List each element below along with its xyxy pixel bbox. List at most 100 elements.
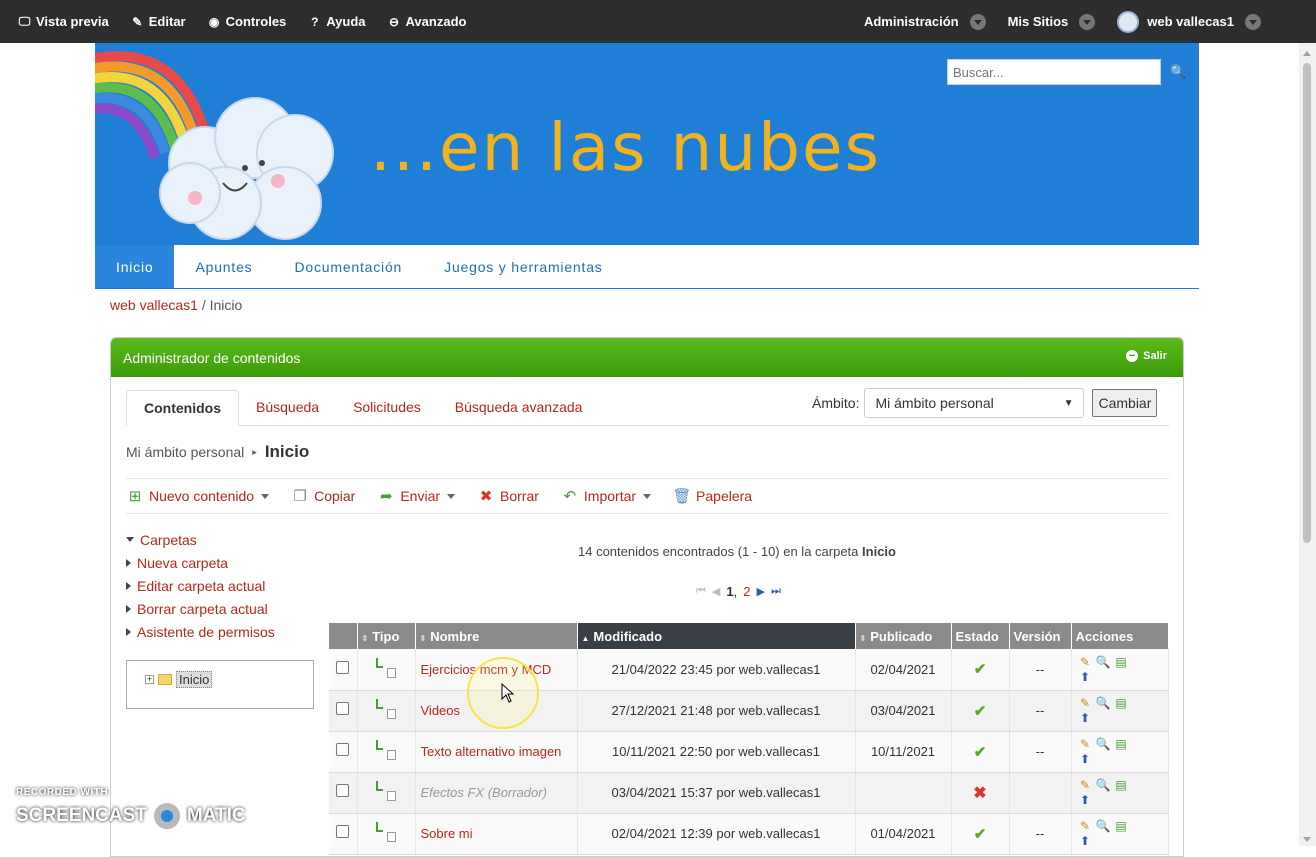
add-document-icon: ⊞ — [128, 488, 142, 505]
exit-label: Salir — [1143, 350, 1167, 362]
administracion-menu[interactable]: Administración — [864, 13, 986, 30]
magnifier-icon[interactable]: 🔍 — [1095, 696, 1112, 710]
row-actions: ✎ 🔍 ▤ ⬆ — [1077, 737, 1137, 766]
web-content-icon — [376, 657, 396, 678]
column-header-tipo[interactable]: ⇕ Tipo — [357, 623, 416, 649]
trash-button[interactable]: 🗑 Papelera — [673, 487, 753, 505]
column-header-label: Estado — [955, 628, 999, 644]
change-scope-button[interactable]: Cambiar — [1092, 389, 1158, 417]
row-checkbox[interactable] — [336, 825, 350, 838]
row-checkbox[interactable] — [336, 702, 350, 715]
column-header-estado: Estado — [951, 623, 1010, 649]
content-name-link[interactable]: Texto alternativo imagen — [421, 744, 562, 759]
modified-cell: 27/12/2021 21:48 por web.vallecas1 — [577, 690, 856, 732]
content-name-link[interactable]: Videos — [421, 703, 461, 718]
breadcrumb-link-site[interactable]: web vallecas1 — [110, 297, 198, 313]
screencast-logo-icon — [150, 800, 183, 832]
scope-select[interactable]: Mi ámbito personal ▼ — [864, 388, 1085, 418]
next-page-icon[interactable]: ▶ — [756, 585, 764, 598]
delete-button[interactable]: ✖ Borrar — [477, 487, 539, 505]
search-input[interactable] — [947, 59, 1161, 85]
import-button[interactable]: ↶ Importar — [561, 487, 652, 505]
topbar-item-label: Controles — [225, 14, 287, 29]
topbar-item-controles[interactable]: ◉ Controles — [208, 14, 287, 29]
move-up-icon[interactable]: ⬆ — [1077, 670, 1094, 684]
preview-icon[interactable]: ▤ — [1113, 819, 1130, 833]
scrollbar-thumb[interactable] — [1303, 63, 1311, 543]
nav-tab-1[interactable]: Apuntes — [174, 245, 273, 288]
import-arrow-icon: ↶ — [563, 488, 577, 505]
last-page-icon[interactable]: ⏭ — [771, 585, 781, 598]
folder-action-3[interactable]: Asistente de permisos — [126, 620, 275, 643]
page-link-2[interactable]: 2 — [743, 584, 750, 599]
magnifier-icon[interactable]: 🔍 — [1095, 778, 1112, 792]
folders-toggle[interactable]: Carpetas — [126, 528, 275, 551]
content-tab-1[interactable]: Búsqueda — [239, 389, 336, 425]
move-up-icon[interactable]: ⬆ — [1077, 752, 1094, 766]
content-tab-2[interactable]: Solicitudes — [336, 389, 438, 425]
row-checkbox[interactable] — [336, 660, 350, 674]
topbar-item-editar[interactable]: ✎ Editar — [131, 14, 185, 29]
row-checkbox[interactable] — [336, 784, 350, 797]
magnifier-icon[interactable]: 🔍 — [1095, 655, 1112, 669]
portlet-title: Administrador de contenidos — [123, 349, 301, 366]
folder-action-0[interactable]: Nueva carpeta — [126, 551, 275, 574]
column-header-label: Tipo — [372, 628, 400, 644]
preview-icon[interactable]: ▤ — [1113, 696, 1130, 710]
nav-tab-3[interactable]: Juegos y herramientas — [423, 245, 623, 288]
column-header-nombre[interactable]: ⇕ Nombre — [415, 623, 578, 649]
row-checkbox[interactable] — [336, 743, 350, 756]
page-scrollbar[interactable] — [1299, 43, 1316, 846]
preview-icon[interactable]: ▤ — [1113, 778, 1130, 792]
send-button[interactable]: ➦ Enviar — [377, 487, 456, 505]
topbar-item-ayuda[interactable]: ? Ayuda — [308, 14, 365, 29]
user-menu[interactable]: web vallecas1 — [1117, 10, 1261, 33]
tree-node-inicio[interactable]: + Inicio — [145, 671, 213, 688]
preview-icon[interactable]: ▤ — [1113, 737, 1130, 751]
folder-breadcrumb-parent[interactable]: Mi ámbito personal — [126, 444, 244, 460]
column-header-modificado[interactable]: ▲ Modificado — [577, 623, 856, 649]
folder-action-2[interactable]: Borrar carpeta actual — [126, 597, 275, 620]
magnifier-icon[interactable]: 🔍 — [1095, 819, 1112, 833]
tree-node-label[interactable]: Inicio — [176, 671, 213, 688]
edit-pencil-icon[interactable]: ✎ — [1077, 819, 1094, 833]
scroll-down-arrow-icon[interactable] — [1303, 837, 1311, 842]
search-icon[interactable]: 🔍 — [1170, 64, 1186, 80]
content-name-link[interactable]: Sobre mi — [421, 826, 473, 841]
approved-check-icon: ✔ — [973, 825, 987, 843]
topbar-item-vista-previa[interactable]: 🖵 Vista previa — [18, 14, 109, 29]
column-header-label: Modificado — [593, 628, 663, 644]
topbar-item-avanzado[interactable]: ⊖ Avanzado — [388, 14, 466, 29]
nav-tab-0[interactable]: Inicio — [95, 245, 175, 288]
edit-pencil-icon[interactable]: ✎ — [1077, 737, 1094, 751]
page-separator: , — [733, 584, 738, 599]
published-cell: 10/11/2021 — [855, 731, 952, 773]
magnifier-icon[interactable]: 🔍 — [1095, 737, 1112, 751]
content-tab-0[interactable]: Contenidos — [126, 390, 239, 426]
preview-icon[interactable]: ▤ — [1113, 655, 1130, 669]
folder-action-1[interactable]: Editar carpeta actual — [126, 574, 275, 597]
exit-button[interactable]: − Salir — [1126, 350, 1167, 362]
column-header-publicado[interactable]: ⇕ Publicado — [855, 623, 952, 649]
chevron-down-icon — [261, 493, 270, 499]
content-tab-3[interactable]: Búsqueda avanzada — [438, 389, 600, 425]
edit-pencil-icon[interactable]: ✎ — [1077, 655, 1094, 669]
mis-sitios-label: Mis Sitios — [1007, 14, 1069, 29]
column-header-label: Acciones — [1075, 628, 1134, 644]
move-up-icon[interactable]: ⬆ — [1077, 711, 1094, 725]
content-name-link[interactable]: Efectos FX (Borrador) — [421, 785, 547, 800]
scroll-up-arrow-icon[interactable] — [1303, 51, 1311, 56]
caret-right-icon — [126, 627, 131, 636]
new-content-label: Nuevo contenido — [149, 488, 255, 504]
move-up-icon[interactable]: ⬆ — [1077, 793, 1094, 807]
copy-button[interactable]: ❐ Copiar — [291, 487, 355, 505]
new-content-button[interactable]: ⊞ Nuevo contenido — [126, 487, 270, 505]
expand-icon[interactable]: + — [145, 675, 154, 684]
edit-pencil-icon[interactable]: ✎ — [1077, 778, 1094, 792]
mis-sitios-menu[interactable]: Mis Sitios — [1007, 13, 1096, 30]
edit-pencil-icon[interactable]: ✎ — [1077, 696, 1094, 710]
caret-down-icon — [126, 537, 134, 542]
caret-right-icon — [126, 558, 131, 567]
send-arrow-icon: ➦ — [380, 488, 393, 505]
nav-tab-2[interactable]: Documentación — [273, 245, 423, 288]
